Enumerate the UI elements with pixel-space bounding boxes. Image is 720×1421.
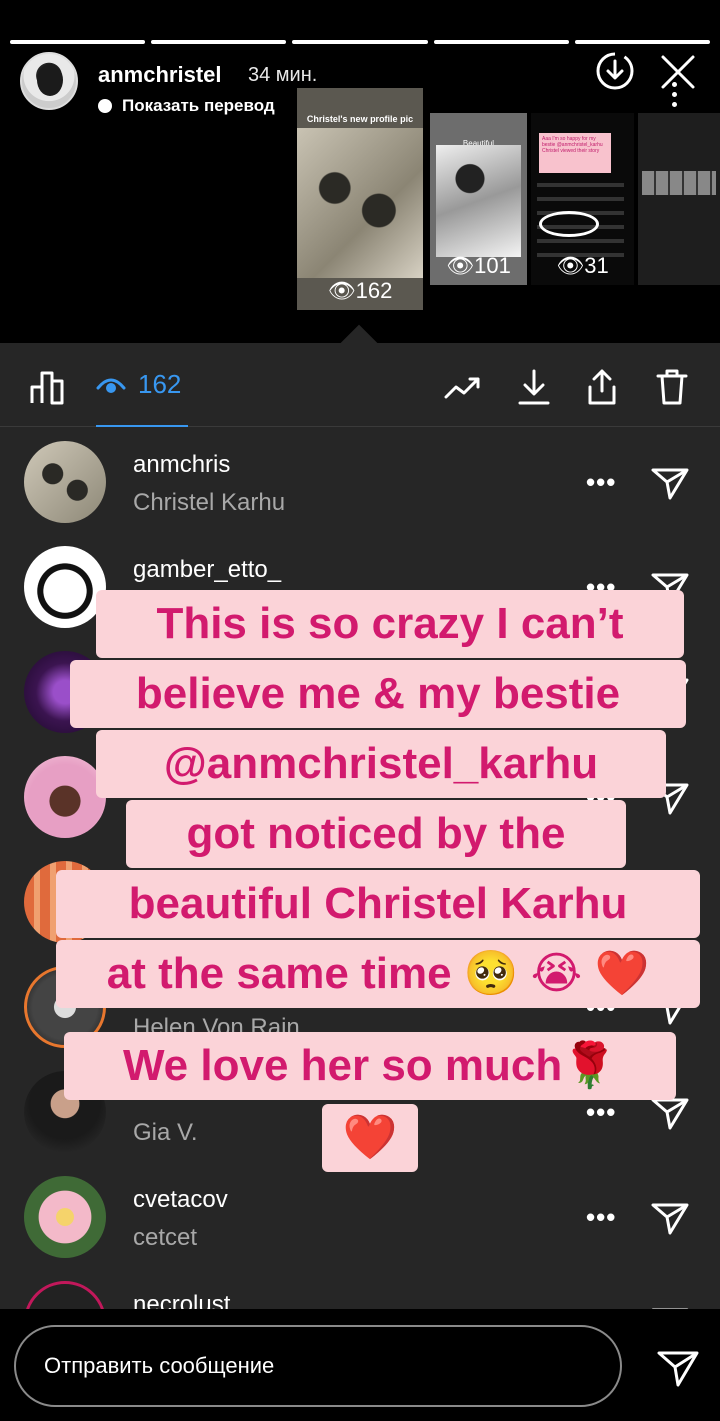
progress-segment (151, 40, 287, 44)
insights-chart-icon[interactable] (28, 367, 68, 407)
thumbnail-image (642, 171, 716, 195)
progress-segment (10, 40, 146, 44)
close-icon[interactable] (658, 52, 698, 92)
viewer-full-name: Gia V. (133, 1119, 198, 1146)
avatar[interactable] (24, 756, 106, 838)
story-thumbnail[interactable] (638, 113, 720, 285)
send-icon[interactable] (650, 1197, 690, 1237)
thumbnail-caption: Christel's new profile pic (306, 114, 414, 124)
viewer-full-name: cetcet (133, 1224, 198, 1251)
progress-segment (433, 40, 569, 44)
avatar[interactable] (24, 546, 106, 628)
send-icon[interactable] (650, 462, 690, 502)
thumbnail-views: 👁162 (327, 278, 393, 303)
message-input[interactable]: Отправить сообщение (14, 1325, 622, 1407)
viewer-username: cvetacov (133, 1186, 228, 1213)
delete-icon[interactable] (652, 367, 692, 407)
thumbnail-views: 👁31 (556, 253, 609, 278)
avatar[interactable] (24, 1176, 106, 1258)
overlay-text-line: This is so crazy I can’t (96, 590, 684, 658)
viewers-count: 162 (138, 369, 182, 399)
thumbnail-highlight (539, 211, 599, 237)
share-icon[interactable] (582, 367, 622, 407)
progress-segment (292, 40, 428, 44)
thumbnail-views: 👁101 (446, 253, 511, 278)
overlay-text-line: We love her so much🌹 (64, 1032, 676, 1100)
story-thumbnail[interactable]: Beautiful 👁101 (430, 113, 527, 285)
message-bar: Отправить сообщение (0, 1309, 720, 1421)
viewer-full-name: Christel Karhu (133, 489, 286, 516)
more-options-icon[interactable]: ••• (586, 1097, 616, 1128)
progress-segment (574, 40, 711, 44)
send-icon[interactable] (650, 1302, 690, 1309)
story-time: 34 мин. (248, 64, 318, 86)
story-progress (10, 40, 711, 44)
thumbnail-caption: Aaa I'm so happy for my bestie @anmchris… (539, 133, 611, 173)
thumbnail-image (297, 128, 423, 278)
list-item[interactable]: necrolust (0, 1267, 720, 1309)
viewer-username: necrolust (133, 1291, 231, 1309)
more-options-icon[interactable]: ••• (586, 1202, 616, 1233)
viewers-list: anmchris Christel Karhu ••• gamber_etto_… (0, 427, 720, 1309)
list-item[interactable]: cvetacov cetcet ••• (0, 1162, 720, 1267)
overlay-text-line: got noticed by the (126, 800, 626, 868)
send-icon[interactable] (656, 1345, 700, 1389)
thumbnail-image (436, 145, 521, 257)
avatar[interactable] (24, 441, 106, 523)
show-translation-button[interactable]: Показать перевод (98, 96, 275, 116)
overlay-text-line: at the same time 🥺 😭 ❤️ (56, 940, 700, 1008)
download-circle-icon[interactable] (594, 50, 636, 92)
translate-icon (98, 99, 112, 113)
trending-icon[interactable] (442, 367, 482, 407)
eye-icon (96, 378, 126, 393)
list-item[interactable]: anmchris Christel Karhu ••• (0, 427, 720, 532)
overlay-text-line: @anmchristel_karhu (96, 730, 666, 798)
download-icon[interactable] (514, 367, 554, 407)
insights-toolbar: 162 (0, 343, 720, 427)
more-options-icon[interactable]: ••• (586, 467, 616, 498)
story-username[interactable]: anmchristel (98, 62, 222, 88)
overlay-text-line: ❤️ (322, 1104, 418, 1172)
overlay-text-line: beautiful Christel Karhu (56, 870, 700, 938)
viewer-username: gamber_etto_ (133, 556, 282, 583)
story-thumbnail[interactable]: Christel's new profile pic 👁162 (297, 88, 423, 310)
viewer-username: anmchris (133, 451, 231, 478)
story-thumbnail[interactable]: Aaa I'm so happy for my bestie @anmchris… (531, 113, 634, 285)
show-translation-label: Показать перевод (122, 96, 275, 115)
tab-viewers[interactable]: 162 (96, 369, 181, 400)
avatar[interactable] (20, 52, 78, 110)
avatar[interactable] (24, 1281, 106, 1309)
more-options-icon[interactable] (672, 82, 677, 107)
overlay-text-line: believe me & my bestie (70, 660, 686, 728)
